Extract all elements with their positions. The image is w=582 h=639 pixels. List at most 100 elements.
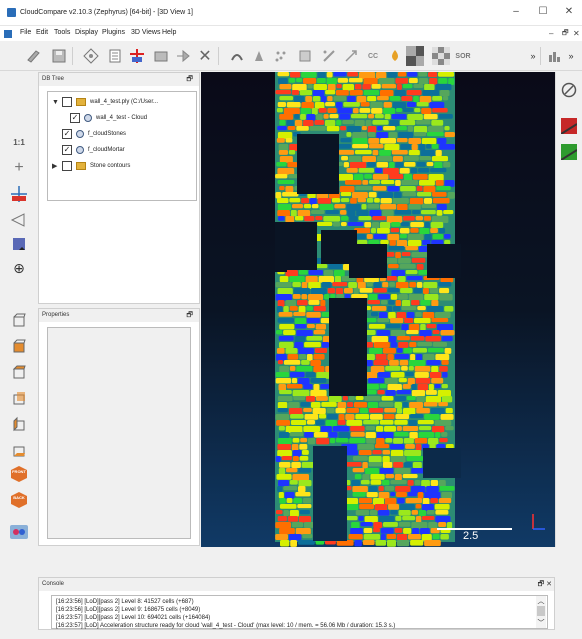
stone-mark [311, 210, 325, 214]
menu-display[interactable]: Display [75, 29, 98, 36]
tree-item[interactable]: ✓ f_cloudStones [52, 126, 192, 142]
visibility-checkbox[interactable]: ✓ [62, 129, 72, 139]
stone-mark [428, 384, 434, 391]
collapse-arrow-icon[interactable]: ▼ [52, 99, 62, 106]
menu-help[interactable]: Help [162, 29, 176, 36]
window-title: CloudCompare v2.10.3 (Zephyrus) [64-bit]… [20, 9, 194, 16]
global-shift-icon[interactable] [82, 47, 100, 65]
stone-mark [292, 84, 307, 91]
stone-mark [439, 90, 450, 97]
visibility-checkbox[interactable]: ✓ [62, 145, 72, 155]
texture-icon[interactable] [406, 46, 424, 66]
float-panel-icon[interactable]: 🗗 [186, 75, 193, 86]
pivot-visibility-icon[interactable]: ⊕ [8, 258, 30, 278]
segment-icon[interactable] [128, 47, 146, 65]
stone-mark [382, 456, 390, 463]
stone-mark [378, 516, 395, 523]
pick-point-icon[interactable] [228, 47, 246, 65]
close-all-icon[interactable] [561, 82, 577, 98]
back-view-icon[interactable]: BACK [8, 490, 30, 510]
stone-mark [397, 72, 407, 77]
checker-icon[interactable] [432, 47, 450, 65]
stone-mark [297, 210, 311, 217]
console-scrollbar[interactable]: ︿ ﹀ [536, 596, 546, 628]
view-iso-1-icon[interactable] [8, 310, 30, 330]
mdi-restore-button[interactable]: 🗗 [562, 29, 569, 40]
stone-mark [327, 84, 336, 91]
stone-mark [444, 348, 452, 354]
minimize-button[interactable]: – [507, 4, 525, 20]
color-icon[interactable] [386, 47, 404, 65]
mdi-minimize-button[interactable]: – [549, 29, 553, 38]
cloud-cloud-distance-icon[interactable]: CC [364, 47, 382, 65]
zoom-ratio-button[interactable]: 1:1 [8, 132, 30, 152]
wall-opening [313, 446, 347, 541]
sor-icon[interactable]: SOR [454, 47, 472, 65]
properties-list-icon[interactable] [106, 47, 124, 65]
properties-title: Properties [42, 312, 70, 318]
scalar-field-red-icon[interactable] [561, 118, 577, 134]
console-log[interactable]: [16:23:56] [LoD][pass 2] Level 8: 41527 … [51, 595, 548, 629]
sample-icon[interactable] [250, 47, 268, 65]
mdi-window-icon[interactable] [4, 30, 12, 38]
view-top-icon[interactable] [8, 362, 30, 382]
stereo-icon[interactable] [8, 522, 30, 542]
visibility-checkbox[interactable] [62, 161, 72, 171]
3d-view[interactable]: 2.5 [201, 72, 555, 547]
close-button[interactable]: ✕ [560, 4, 578, 20]
stone-mark [391, 270, 405, 277]
toolbar-overflow-right-button[interactable]: » [564, 47, 578, 65]
stone-mark [299, 90, 312, 96]
stone-mark [321, 96, 327, 103]
translate-rotate-icon[interactable] [152, 47, 170, 65]
view-front-icon[interactable] [8, 336, 30, 356]
menu-tools[interactable]: Tools [54, 29, 70, 36]
menu-3d-views[interactable]: 3D Views [131, 29, 160, 36]
front-view-icon[interactable]: FRONT [8, 464, 30, 484]
visibility-checkbox[interactable]: ✓ [70, 113, 80, 123]
visibility-checkbox[interactable] [62, 97, 72, 107]
stone-mark [358, 516, 364, 521]
menu-plugins[interactable]: Plugins [102, 29, 125, 36]
scroll-down-icon[interactable]: ﹀ [536, 618, 546, 628]
open-icon[interactable] [24, 47, 42, 65]
view-left-icon[interactable] [8, 414, 30, 434]
stone-mark [298, 270, 308, 275]
scroll-up-icon[interactable]: ︿ [536, 596, 546, 606]
compute-normals-icon[interactable] [296, 47, 314, 65]
lights-icon[interactable] [8, 234, 30, 254]
fine-registration-icon[interactable] [342, 47, 360, 65]
tree-item[interactable]: ▼ wall_4_test.ply (C:/User... [52, 94, 192, 110]
mdi-close-button[interactable]: ✕ [573, 29, 580, 38]
stone-mark [403, 216, 415, 221]
merge-icon[interactable] [174, 47, 192, 65]
scalar-field-green-icon[interactable] [561, 144, 577, 160]
stone-mark [381, 396, 394, 401]
menu-file[interactable]: File [20, 29, 31, 36]
stone-mark [367, 204, 380, 209]
tree-item[interactable]: ✓ f_cloudMortar [52, 142, 192, 158]
registration-icon[interactable] [320, 47, 338, 65]
stone-mark [384, 486, 395, 491]
subsample-icon[interactable] [272, 47, 290, 65]
tree-item[interactable]: ▶ Stone contours [52, 158, 192, 174]
perspective-icon[interactable] [8, 210, 30, 230]
point-cloud-render[interactable] [201, 72, 555, 547]
view-back-icon[interactable] [8, 388, 30, 408]
view-bottom-icon[interactable] [8, 440, 30, 460]
stone-mark [363, 90, 380, 96]
save-icon[interactable] [50, 47, 68, 65]
stone-mark [438, 282, 452, 287]
menu-edit[interactable]: Edit [36, 29, 48, 36]
histogram-icon[interactable] [546, 47, 564, 65]
scroll-thumb[interactable] [537, 606, 545, 616]
maximize-button[interactable]: ☐ [534, 4, 552, 20]
stone-mark [429, 372, 442, 378]
delete-icon[interactable]: ✕ [196, 47, 214, 65]
tree-item[interactable]: ✓ wall_4_test - Cloud [52, 110, 192, 126]
center-plus-icon[interactable]: + [8, 158, 30, 178]
auto-pivot-icon[interactable] [8, 184, 30, 204]
float-panel-icon[interactable]: 🗗 [186, 311, 193, 322]
console-window-controls[interactable]: 🗗 ✕ [538, 580, 552, 591]
expand-arrow-icon[interactable]: ▶ [52, 162, 62, 170]
